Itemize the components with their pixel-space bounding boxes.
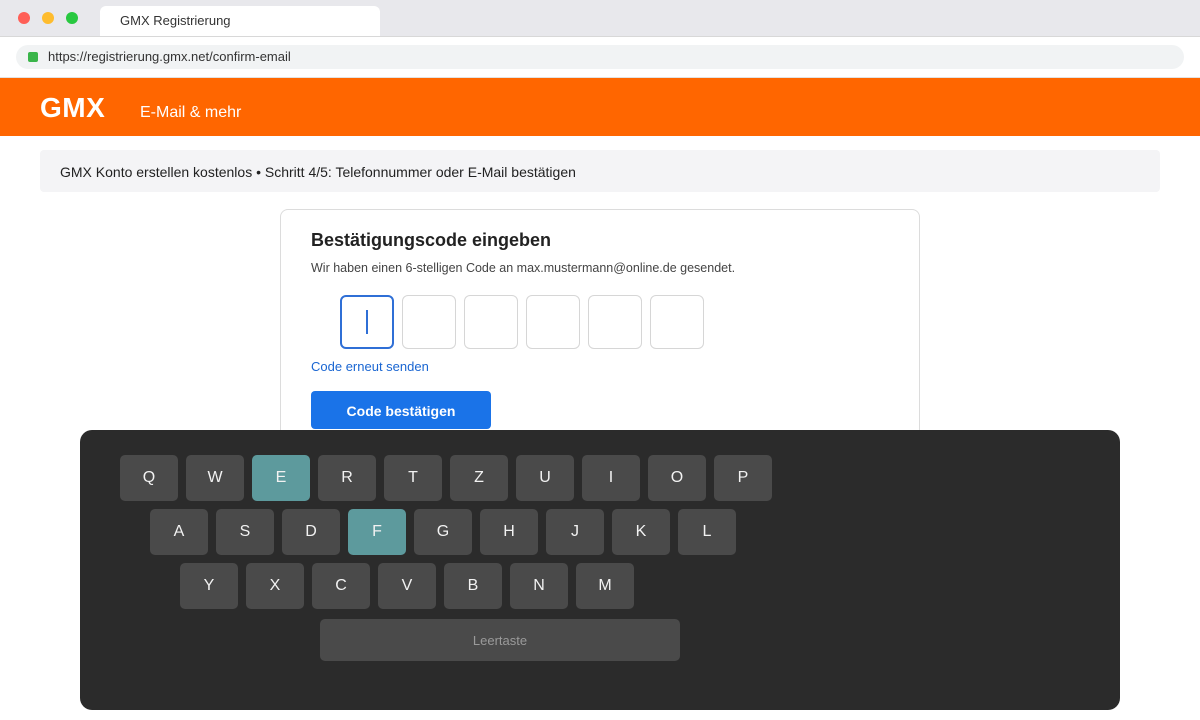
code-digit-6[interactable] [650,295,704,349]
close-window-icon[interactable] [18,12,30,24]
key-i[interactable]: I [582,455,640,501]
key-o[interactable]: O [648,455,706,501]
key-j[interactable]: J [546,509,604,555]
key-t[interactable]: T [384,455,442,501]
on-screen-keyboard: Leertaste QWERTZUIOP ASDFGHJKL YXCVBNM [80,430,1120,710]
key-l[interactable]: L [678,509,736,555]
url-text: https://registrierung.gmx.net/confirm-em… [48,49,291,64]
code-digit-2[interactable] [402,295,456,349]
gmx-logo[interactable]: GMX [40,92,105,124]
key-s[interactable]: S [216,509,274,555]
confirm-code-button[interactable]: Code bestätigen [311,391,491,429]
gmx-header: GMX E-Mail & mehr [0,78,1200,136]
header-tagline: E-Mail & mehr [140,104,242,121]
key-x[interactable]: X [246,563,304,609]
key-q[interactable]: Q [120,455,178,501]
tab-title: GMX Registrierung [120,13,231,28]
card-title: Bestätigungscode eingeben [311,230,552,250]
text-caret [366,310,368,334]
address-bar: https://registrierung.gmx.net/confirm-em… [0,36,1200,78]
key-p[interactable]: P [714,455,772,501]
confirmation-card: Bestätigungscode eingeben Wir haben eine… [280,209,920,449]
card-description: Wir haben einen 6-stelligen Code an max.… [311,261,736,275]
code-digit-5[interactable] [588,295,642,349]
key-d[interactable]: D [282,509,340,555]
key-m[interactable]: M [576,563,634,609]
key-h[interactable]: H [480,509,538,555]
maximize-window-icon[interactable] [66,12,78,24]
key-z[interactable]: Z [450,455,508,501]
key-f[interactable]: F [348,509,406,555]
key-u[interactable]: U [516,455,574,501]
secure-lock-icon [28,52,38,62]
key-e[interactable]: E [252,455,310,501]
minimize-window-icon[interactable] [42,12,54,24]
code-digit-4[interactable] [526,295,580,349]
url-field[interactable]: https://registrierung.gmx.net/confirm-em… [16,45,1184,69]
key-b[interactable]: B [444,563,502,609]
code-digit-1[interactable] [340,295,394,349]
browser-titlebar: GMX Registrierung [0,0,1200,36]
space-key[interactable]: Leertaste [320,619,680,661]
key-r[interactable]: R [318,455,376,501]
code-digit-3[interactable] [464,295,518,349]
key-w[interactable]: W [186,455,244,501]
step-text: GMX Konto erstellen kostenlos • Schritt … [60,164,576,180]
key-a[interactable]: A [150,509,208,555]
key-y[interactable]: Y [180,563,238,609]
browser-tab[interactable]: GMX Registrierung [100,6,380,36]
resend-code-link[interactable]: Code erneut senden [311,359,429,374]
key-g[interactable]: G [414,509,472,555]
key-c[interactable]: C [312,563,370,609]
key-n[interactable]: N [510,563,568,609]
key-k[interactable]: K [612,509,670,555]
key-v[interactable]: V [378,563,436,609]
step-indicator: GMX Konto erstellen kostenlos • Schritt … [40,150,1160,192]
